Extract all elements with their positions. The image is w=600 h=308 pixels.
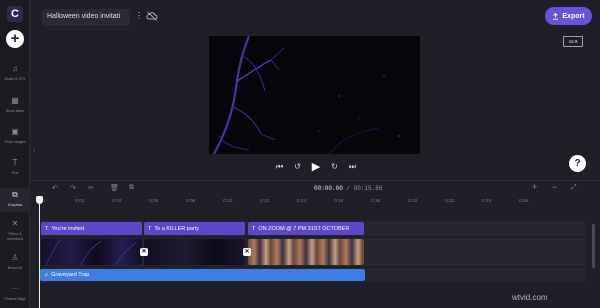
split-icon[interactable]: ✂: [88, 184, 94, 192]
ruler-tick: 0:12: [260, 199, 270, 204]
audio-clip-label: Graveyard Trap: [51, 272, 90, 278]
timecode: 00:00.00 / 00:15.86: [314, 185, 382, 192]
ruler-tick: 0:08: [186, 199, 196, 204]
video-clip[interactable]: [41, 239, 142, 265]
time-separator: /: [342, 185, 354, 192]
clipchamp-logo[interactable]: C: [7, 6, 23, 22]
skip-forward-icon[interactable]: ⏭: [349, 161, 356, 173]
sidebar-item-label: Text: [11, 171, 19, 175]
video-preview[interactable]: [209, 36, 420, 154]
text-clip-label: You're invited: [51, 225, 85, 232]
playback-controls: ⏮ ↺ ▶ ↻ ⏭: [276, 161, 356, 173]
skip-back-icon[interactable]: ⏮: [276, 161, 283, 173]
redo-icon[interactable]: ↷: [70, 184, 76, 192]
export-label: Export: [562, 12, 585, 20]
ruler-tick: 0:14: [297, 199, 307, 204]
left-sidebar: C + ♫ Music & SFX ▦ Stock video ▣ Stock …: [0, 0, 30, 308]
text-clip-label: ON ZOOM @ 7 PM 31ST OCTOBER: [258, 225, 350, 232]
video-thumbnails: [45, 239, 137, 265]
text-clip-icon: T: [252, 225, 256, 232]
transition-icon[interactable]: ✕: [243, 248, 251, 256]
more-icon: ···: [11, 284, 19, 293]
playhead-handle[interactable]: [36, 196, 43, 204]
ruler-tick: 0:04: [112, 199, 122, 204]
sidebar-item-label: Brand kit: [7, 266, 23, 270]
text-clip-icon: T: [45, 225, 49, 232]
export-button[interactable]: Export: [545, 7, 592, 25]
transition-icon[interactable]: ✕: [140, 248, 148, 256]
sidebar-item-label: Stock images: [4, 140, 26, 144]
film-icon: ▦: [11, 96, 19, 105]
fit-timeline-icon[interactable]: ⤢: [571, 184, 577, 192]
duplicate-icon[interactable]: ⧉: [129, 184, 134, 192]
playhead[interactable]: [39, 200, 40, 308]
video-clip[interactable]: [248, 239, 364, 265]
sidebar-item-stock-images[interactable]: ▣ Stock images: [0, 127, 30, 149]
zoom-in-icon[interactable]: +: [532, 182, 537, 192]
music-note-icon: ♫: [12, 64, 18, 73]
project-title-input[interactable]: Halloween video invitati: [42, 9, 130, 26]
sidebar-item-filters-transitions[interactable]: ✕ Filters & transitions: [0, 219, 30, 243]
text-clip[interactable]: T To a KILLER party: [144, 222, 245, 235]
sidebar-item-label: Graphics: [7, 203, 23, 207]
delete-icon[interactable]: 🗑: [110, 184, 119, 192]
undo-icon[interactable]: ↶: [52, 184, 58, 192]
brand-kit-icon: ♙: [11, 253, 19, 262]
sidebar-item-graphics[interactable]: ⧉ Graphics: [0, 188, 30, 212]
ruler-tick: 0:06: [149, 199, 159, 204]
help-button[interactable]: ?: [569, 155, 586, 172]
text-clip-label: To a KILLER party: [154, 225, 200, 232]
ruler-tick: 0:10: [223, 199, 233, 204]
ruler-tick: 0:22: [445, 199, 455, 204]
graphics-icon: ⧉: [12, 190, 18, 199]
sidebar-item-stock-video[interactable]: ▦ Stock video: [0, 96, 30, 118]
video-clip[interactable]: [144, 239, 245, 265]
forward-5s-icon[interactable]: ↻: [331, 161, 338, 173]
sidebar-item-feature-flags[interactable]: ··· Feature flags: [0, 284, 30, 306]
ruler-tick: 0:20: [408, 199, 418, 204]
sidebar-item-text[interactable]: T Text: [0, 158, 30, 180]
ruler-tick: 0:18: [371, 199, 381, 204]
ruler-tick: 0:16: [334, 199, 344, 204]
transitions-icon: ✕: [11, 219, 19, 228]
total-duration: 00:15.86: [353, 185, 383, 192]
zoom-out-icon[interactable]: −: [552, 182, 557, 192]
sidebar-item-label: Stock video: [5, 109, 25, 113]
text-icon: T: [12, 158, 18, 167]
rewind-5s-icon[interactable]: ↺: [294, 161, 301, 173]
text-clip-icon: T: [148, 225, 152, 232]
cloud-off-icon[interactable]: [146, 11, 158, 21]
sidebar-item-music[interactable]: ♫ Music & SFX: [0, 64, 30, 86]
project-menu-icon[interactable]: ⋮: [135, 11, 143, 20]
ruler-tick: 0:26: [519, 199, 529, 204]
timeline-ruler[interactable]: 0 0:02 0:04 0:06 0:08 0:10 0:12 0:14 0:1…: [38, 198, 600, 208]
sidebar-collapse-handle[interactable]: ‹: [33, 148, 38, 160]
music-note-icon: ♫: [44, 272, 49, 278]
watermark: wtvid.com: [512, 293, 548, 302]
text-clip[interactable]: T ON ZOOM @ 7 PM 31ST OCTOBER: [248, 222, 364, 235]
aspect-ratio-button[interactable]: 16:9: [563, 36, 583, 47]
current-time: 00:00.00: [314, 185, 343, 192]
timeline-scrollbar[interactable]: [592, 224, 595, 268]
ruler-tick: 0:24: [482, 199, 492, 204]
text-clip[interactable]: T You're invited: [41, 222, 142, 235]
play-icon[interactable]: ▶: [312, 161, 320, 173]
sidebar-item-label: Filters & transitions: [6, 232, 24, 241]
timeline-toolbar: ↶ ↷ ✂ 🗑 ⧉ 00:00.00 / 00:15.86 + − ⤢: [30, 180, 600, 196]
upload-icon: [553, 12, 559, 20]
ruler-tick: 0:02: [75, 199, 85, 204]
add-media-button[interactable]: +: [6, 30, 24, 48]
audio-clip[interactable]: ♫ Graveyard Trap: [40, 269, 365, 281]
sidebar-item-label: Feature flags: [4, 297, 26, 301]
sidebar-item-brand-kit[interactable]: ♙ Brand kit: [0, 253, 30, 275]
sidebar-item-label: Music & SFX: [4, 77, 26, 81]
image-icon: ▣: [11, 127, 19, 136]
preview-frame: [209, 36, 420, 154]
